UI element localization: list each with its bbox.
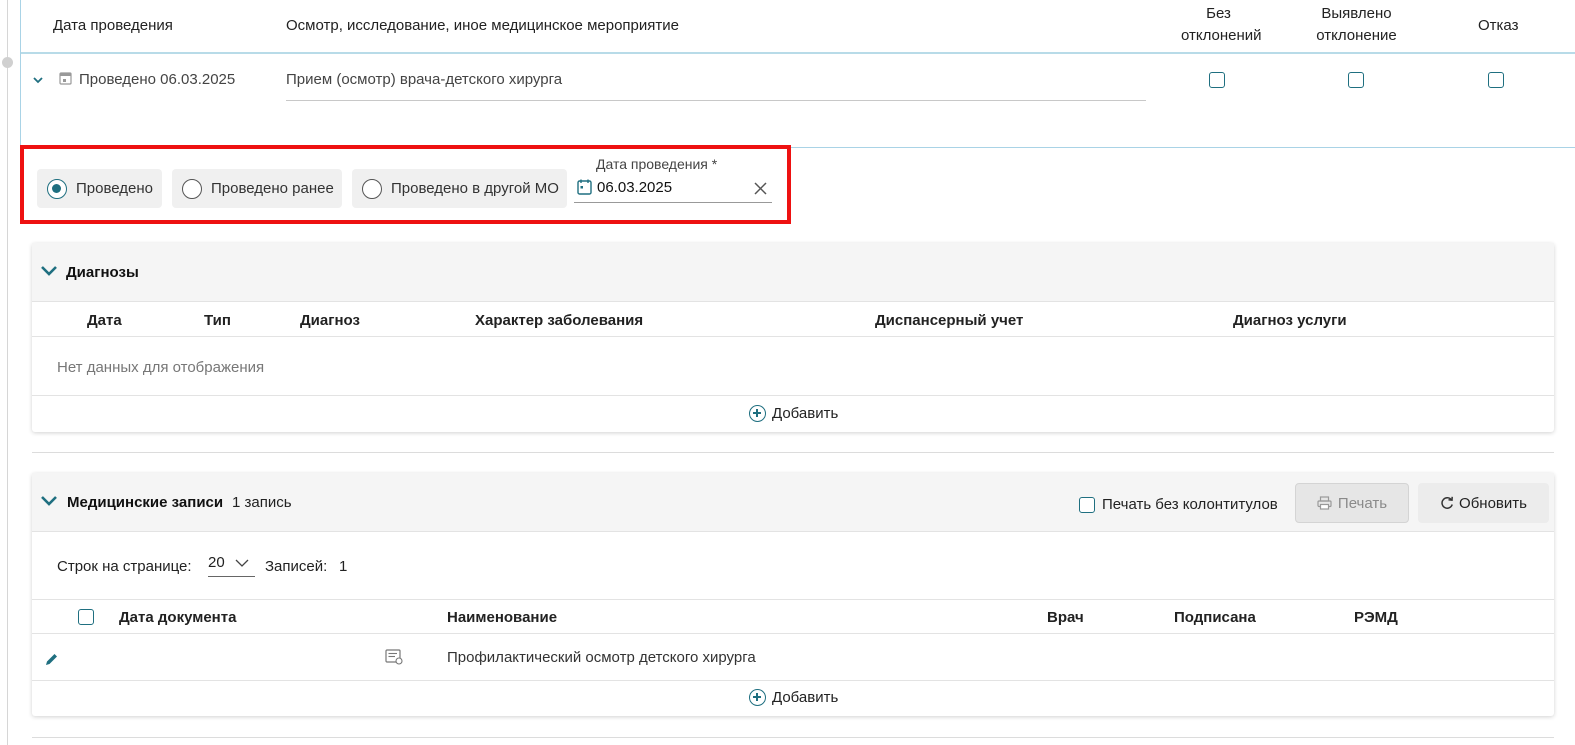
radio-label-conducted: Проведено — [76, 180, 153, 197]
records-col-doctor: Врач — [1047, 609, 1084, 626]
radio-button[interactable] — [182, 178, 202, 199]
print-no-headers-checkbox[interactable] — [1079, 497, 1095, 513]
printer-icon — [1317, 496, 1332, 510]
examination-row: Проведено 06.03.2025 Прием (осмотр) врач… — [21, 56, 1575, 148]
records-col-date: Дата документа — [119, 609, 237, 626]
calendar-icon — [59, 72, 72, 85]
rows-per-page-value: 20 — [208, 554, 225, 571]
add-record-label: Добавить — [772, 689, 839, 706]
records-col-signed: Подписана — [1174, 609, 1256, 626]
diagnoses-col-character: Характер заболевания — [475, 312, 644, 329]
print-button[interactable]: Печать — [1295, 483, 1409, 523]
print-label: Печать — [1337, 494, 1388, 512]
refresh-icon — [1441, 496, 1453, 509]
print-no-headers-label: Печать без колонтитулов — [1102, 496, 1278, 513]
add-record-button[interactable]: Добавить — [749, 689, 838, 706]
calendar-icon[interactable] — [577, 179, 592, 195]
column-header-deviation: Выявлено отклонение — [1309, 3, 1404, 47]
refresh-label: Обновить — [1459, 494, 1527, 512]
column-header-deviation-line1: Выявлено — [1321, 5, 1392, 22]
radio-option-conducted-other-mo[interactable]: Проведено в другой МО — [352, 169, 567, 208]
chevron-down-icon[interactable] — [33, 75, 43, 85]
divider — [32, 680, 1554, 681]
records-label: Записей: — [265, 558, 328, 575]
chevron-down-icon[interactable] — [40, 265, 58, 277]
radio-label-conducted-other-mo: Проведено в другой МО — [391, 180, 559, 197]
plus-circle-icon — [749, 405, 766, 422]
date-field[interactable]: 06.03.2025 — [574, 176, 772, 203]
examination-date-text: Проведено 06.03.2025 — [79, 71, 236, 88]
no-deviation-checkbox[interactable] — [1209, 72, 1225, 88]
plus-circle-icon — [749, 689, 766, 706]
refusal-checkbox[interactable] — [1488, 72, 1504, 88]
column-header-exam: Осмотр, исследование, иное медицинское м… — [286, 17, 679, 34]
empty-state-text: Нет данных для отображения — [57, 359, 265, 376]
column-header-date: Дата проведения — [53, 17, 173, 34]
timeline-line — [7, 0, 8, 745]
column-header-refusal: Отказ — [1478, 17, 1519, 34]
divider — [32, 395, 1554, 396]
radio-button-selected[interactable] — [47, 178, 67, 199]
date-field-label: Дата проведения * — [596, 156, 718, 172]
examinations-table: Дата проведения Осмотр, исследование, ин… — [20, 0, 1575, 148]
records-col-remd: РЭМД — [1354, 609, 1398, 626]
records-count-text: 1 запись — [232, 494, 292, 511]
diagnoses-panel: Диагнозы Дата Тип Диагноз Характер забол… — [32, 243, 1554, 432]
examination-name-underline — [286, 100, 1146, 101]
add-diagnosis-button[interactable]: Добавить — [749, 405, 838, 422]
radio-option-conducted-earlier[interactable]: Проведено ранее — [172, 169, 342, 208]
select-all-checkbox[interactable] — [78, 609, 94, 625]
column-header-no-deviation-line1: Без — [1206, 5, 1231, 22]
table-row[interactable]: Профилактический осмотр детского хирурга — [32, 634, 1554, 680]
date-value: 06.03.2025 — [597, 179, 673, 196]
records-value: 1 — [339, 558, 348, 575]
record-name: Профилактический осмотр детского хирурга — [447, 649, 756, 666]
radio-option-conducted[interactable]: Проведено — [37, 169, 162, 208]
chevron-down-icon — [235, 559, 249, 567]
refresh-button[interactable]: Обновить — [1418, 483, 1549, 523]
column-header-deviation-line2: отклонение — [1316, 27, 1397, 44]
diagnoses-col-service-diagnosis: Диагноз услуги — [1233, 312, 1347, 329]
deviation-checkbox[interactable] — [1348, 72, 1364, 88]
document-icon[interactable] — [385, 649, 403, 665]
records-col-name: Наименование — [447, 609, 558, 626]
medical-records-title: Медицинские записи — [67, 494, 224, 511]
diagnoses-panel-header[interactable]: Диагнозы — [32, 243, 1554, 302]
edit-pencil-icon[interactable] — [44, 652, 59, 667]
timeline-dot — [2, 57, 13, 68]
examinations-table-header: Дата проведения Осмотр, исследование, ин… — [21, 0, 1575, 54]
examination-name: Прием (осмотр) врача-детского хирурга — [286, 71, 563, 88]
add-diagnosis-label: Добавить — [772, 405, 839, 422]
clear-icon[interactable] — [754, 182, 767, 195]
section-divider — [32, 452, 1554, 453]
chevron-down-icon[interactable] — [40, 495, 58, 507]
diagnoses-col-type: Тип — [204, 312, 231, 329]
column-header-no-deviation: Без отклонений — [1181, 3, 1262, 47]
medical-records-panel: Медицинские записи 1 запись Печать без к… — [32, 473, 1554, 716]
divider — [32, 336, 1554, 337]
divider — [32, 599, 1554, 600]
radio-label-conducted-earlier: Проведено ранее — [211, 180, 334, 197]
radio-button[interactable] — [362, 178, 382, 199]
rows-per-page-label: Строк на странице: — [57, 558, 192, 575]
diagnoses-col-diagnosis: Диагноз — [300, 312, 360, 329]
column-header-no-deviation-line2: отклонений — [1181, 27, 1262, 44]
medical-records-header[interactable]: Медицинские записи 1 запись Печать без к… — [32, 473, 1554, 532]
diagnoses-col-date: Дата — [87, 312, 122, 329]
diagnoses-title: Диагнозы — [66, 264, 139, 281]
diagnoses-col-dispensary: Диспансерный учет — [875, 312, 1024, 329]
rows-per-page-select[interactable]: 20 — [208, 551, 255, 577]
section-divider — [32, 737, 1554, 738]
